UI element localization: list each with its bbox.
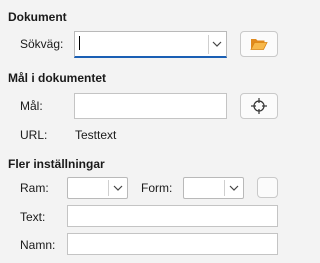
target-icon [251,98,267,114]
form-label: Form: [141,181,173,195]
url-value: Testtext [75,128,117,142]
form-dropdown-divider [224,180,225,196]
url-label: URL: [20,128,48,142]
path-combobox[interactable] [74,31,227,58]
section-title-more-settings: Fler inställningar [8,157,105,171]
chevron-down-icon[interactable] [211,39,223,49]
text-input[interactable] [67,205,278,227]
name-label: Namn: [20,238,56,252]
frame-dropdown[interactable] [67,177,128,199]
folder-open-icon [250,39,268,50]
target-label: Mål: [20,99,43,113]
section-title-target: Mål i dokumentet [8,71,107,85]
open-file-button[interactable] [240,31,278,57]
text-caret [79,36,80,50]
text-label: Text: [20,210,46,224]
section-title-document: Dokument [8,10,67,24]
frame-dropdown-divider [108,180,109,196]
combo-divider [208,35,209,54]
path-label: Sökväg: [20,37,64,51]
chevron-down-icon[interactable] [112,183,124,193]
form-dropdown[interactable] [183,177,244,199]
chevron-down-icon[interactable] [228,183,240,193]
events-button[interactable] [257,177,278,198]
frame-label: Ram: [20,181,49,195]
target-picker-button[interactable] [240,93,278,119]
target-input[interactable] [74,93,227,119]
name-input[interactable] [67,233,278,255]
